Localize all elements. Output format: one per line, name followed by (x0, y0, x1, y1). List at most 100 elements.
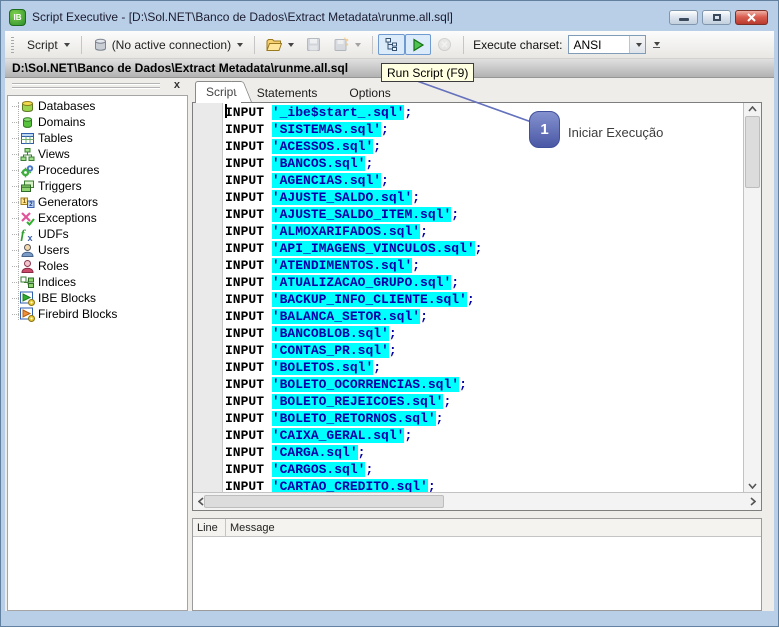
code-line[interactable]: INPUT 'AGENCIAS.sql'; (225, 172, 743, 189)
code-line[interactable]: INPUT 'BANCOS.sql'; (225, 155, 743, 172)
tree-item-tables[interactable]: Tables (8, 130, 187, 146)
save-script-button[interactable] (300, 34, 327, 55)
sql-string: 'BANCOS.sql' (271, 156, 366, 171)
column-header-line[interactable]: Line (193, 519, 226, 536)
tree-item-label: Users (38, 243, 70, 257)
editor-horizontal-scrollbar[interactable] (193, 492, 761, 510)
sql-keyword: INPUT (225, 292, 265, 307)
editor-vertical-scrollbar[interactable] (743, 103, 761, 492)
tree-connector (12, 265, 19, 267)
code-line[interactable]: INPUT 'BOLETO_REJEICOES.sql'; (225, 393, 743, 410)
tab-label: Script (206, 85, 237, 99)
scroll-up-icon[interactable] (748, 106, 757, 112)
sql-terminator: ; (412, 258, 421, 273)
tree-item-label: Procedures (38, 163, 100, 177)
tab-label: Options (349, 86, 391, 100)
run-script-button[interactable] (405, 34, 432, 55)
scroll-right-icon[interactable] (750, 497, 756, 506)
sql-keyword: INPUT (225, 207, 265, 222)
save-as-button[interactable] (327, 34, 367, 55)
tree-item-firebird-blocks[interactable]: Firebird Blocks (8, 306, 187, 322)
code-line[interactable]: INPUT 'BOLETO_RETORNOS.sql'; (225, 410, 743, 427)
annotation-label: Iniciar Execução (568, 125, 664, 140)
sql-editor[interactable]: INPUT '_ibe$start_.sql'; INPUT 'SISTEMAS.… (193, 103, 761, 492)
horizontal-scroll-thumb[interactable] (204, 495, 444, 508)
charset-combobox[interactable]: ANSI (568, 35, 647, 54)
column-header-message[interactable]: Message (226, 519, 275, 536)
minimize-button[interactable] (669, 9, 698, 25)
title-bar[interactable]: IB Script Executive - [D:\Sol.NET\Banco … (9, 4, 770, 30)
connection-dropdown[interactable]: (No active connection) (87, 34, 249, 55)
script-menu-button[interactable]: Script (21, 34, 76, 55)
sql-terminator: ; (459, 377, 467, 392)
sql-string: 'CARGA.sql' (271, 445, 358, 460)
sql-string: 'BALANCA_SETOR.sql' (271, 309, 421, 324)
toolbar-grip[interactable] (11, 36, 14, 53)
tree-item-domains[interactable]: Domains (8, 114, 187, 130)
sql-keyword: INPUT (225, 224, 265, 239)
tree-item-databases[interactable]: Databases (8, 98, 187, 114)
toolbar-overflow-button[interactable] (652, 41, 661, 48)
tree-item-roles[interactable]: Roles (8, 258, 187, 274)
tree-item-indices[interactable]: Indices (8, 274, 187, 290)
combo-arrow[interactable] (629, 36, 646, 53)
tree-item-procedures[interactable]: Procedures (8, 162, 187, 178)
tree-item-label: Views (38, 147, 70, 161)
sql-terminator: ; (466, 292, 475, 307)
vertical-scroll-thumb[interactable] (745, 116, 760, 188)
code-line[interactable]: INPUT 'BALANCA_SETOR.sql'; (225, 308, 743, 325)
code-line[interactable]: INPUT 'AJUSTE_SALDO.sql'; (225, 189, 743, 206)
code-line[interactable]: INPUT 'CARGOS.sql'; (225, 461, 743, 478)
close-button[interactable] (735, 9, 768, 25)
tree-item-exceptions[interactable]: Exceptions (8, 210, 187, 226)
sql-keyword: INPUT (225, 326, 265, 341)
code-line[interactable]: INPUT 'ATUALIZACAO_GRUPO.sql'; (225, 274, 743, 291)
maximize-button[interactable] (702, 9, 731, 25)
code-line[interactable]: INPUT 'ALMOXARIFADOS.sql'; (225, 223, 743, 240)
scroll-down-icon[interactable] (748, 483, 757, 489)
sidebar-header[interactable]: x (7, 78, 188, 95)
object-tree: Databases Domains Tables Views Procedure… (7, 95, 188, 611)
code-line[interactable]: INPUT 'ACESSOS.sql'; (225, 138, 743, 155)
code-line[interactable]: INPUT 'API_IMAGENS_VINCULOS.sql'; (225, 240, 743, 257)
run-icon (413, 37, 425, 52)
code-line[interactable]: INPUT 'BOLETOS.sql'; (225, 359, 743, 376)
tree-connector (12, 249, 19, 251)
sidebar-close-button[interactable]: x (174, 79, 180, 92)
code-line[interactable]: INPUT 'BANCOBLOB.sql'; (225, 325, 743, 342)
tree-item-triggers[interactable]: Triggers (8, 178, 187, 194)
tree-item-ibe-blocks[interactable]: IBE Blocks (8, 290, 187, 306)
code-line[interactable]: INPUT 'ATENDIMENTOS.sql'; (225, 257, 743, 274)
sql-keyword: INPUT (225, 139, 265, 154)
app-body: Script (No active connection) Execute ch… (5, 31, 774, 611)
tree-connector (12, 105, 19, 107)
code-line[interactable]: INPUT 'BACKUP_INFO_CLIENTE.sql'; (225, 291, 743, 308)
message-splitter[interactable] (192, 511, 762, 518)
message-list[interactable] (193, 537, 761, 610)
tab-options[interactable]: Options (333, 83, 406, 103)
code-line[interactable]: INPUT '_ibe$start_.sql'; (225, 104, 743, 121)
code-line[interactable]: INPUT 'SISTEMAS.sql'; (225, 121, 743, 138)
sql-terminator: ; (404, 105, 413, 120)
script-structure-button[interactable] (378, 34, 406, 55)
code-line[interactable]: INPUT 'CARGA.sql'; (225, 444, 743, 461)
tree-item-users[interactable]: Users (8, 242, 187, 258)
code-line[interactable]: INPUT 'CONTAS_PR.sql'; (225, 342, 743, 359)
code-line[interactable]: INPUT 'CAIXA_GERAL.sql'; (225, 427, 743, 444)
tree-item-views[interactable]: Views (8, 146, 187, 162)
stop-script-button[interactable] (431, 34, 458, 55)
tree-item-generators[interactable]: 12 Generators (8, 194, 187, 210)
code-line[interactable]: INPUT 'BOLETO_OCORRENCIAS.sql'; (225, 376, 743, 393)
tree-item-label: Firebird Blocks (38, 307, 118, 321)
generator-icon: 12 (20, 197, 35, 208)
tab-statements[interactable]: Statements (241, 83, 334, 103)
svg-text:x: x (28, 233, 33, 242)
code-line[interactable]: INPUT 'CARTAO_CREDITO.sql'; (225, 478, 743, 492)
tab-script[interactable]: Script (195, 81, 241, 103)
open-folder-icon (266, 38, 283, 51)
open-script-button[interactable] (260, 34, 300, 55)
sql-keyword: INPUT (225, 190, 265, 205)
toolbar-separator (254, 35, 256, 54)
tree-item-udfs[interactable]: fx UDFs (8, 226, 187, 242)
code-line[interactable]: INPUT 'AJUSTE_SALDO_ITEM.sql'; (225, 206, 743, 223)
